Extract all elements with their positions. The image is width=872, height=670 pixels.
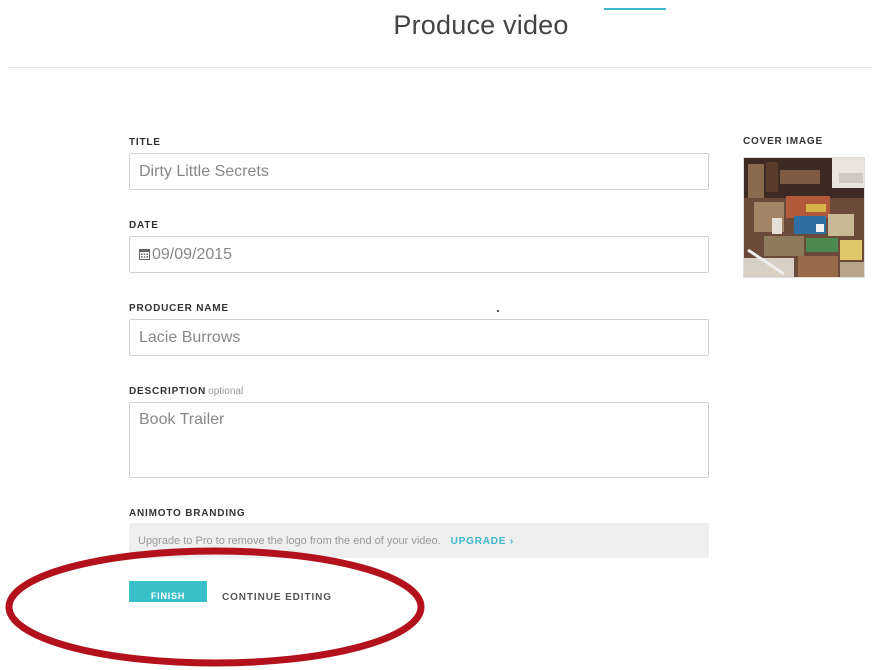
- upgrade-link[interactable]: UPGRADE ›: [451, 536, 514, 547]
- title-field[interactable]: Dirty Little Secrets: [129, 153, 709, 190]
- description-value: Book Trailer: [139, 411, 225, 428]
- cover-image-label: COVER IMAGE: [743, 136, 823, 147]
- date-value: 09/09/2015: [152, 246, 233, 263]
- producer-name-label: PRODUCER NAME: [129, 303, 229, 314]
- description-label: DESCRIPTION optional: [129, 386, 243, 397]
- description-label-text: DESCRIPTION: [129, 386, 207, 397]
- producer-name-field[interactable]: Lacie Burrows: [129, 319, 709, 356]
- optional-hint: optional: [208, 386, 244, 397]
- title-accent-bar: [604, 8, 666, 10]
- description-textarea[interactable]: Book Trailer: [129, 402, 709, 478]
- cover-photo: [744, 158, 864, 277]
- annotation-ellipse: [5, 547, 425, 667]
- producer-name-value: Lacie Burrows: [139, 329, 241, 346]
- stray-dot: [497, 310, 499, 312]
- date-label: DATE: [129, 220, 159, 231]
- header-divider: [8, 67, 872, 68]
- date-field[interactable]: 09/09/2015: [129, 236, 709, 273]
- calendar-icon: [139, 249, 150, 260]
- title-label: TITLE: [129, 137, 161, 148]
- title-value: Dirty Little Secrets: [139, 163, 269, 180]
- cover-image[interactable]: [743, 157, 865, 278]
- page-title: Produce video: [393, 10, 569, 40]
- branding-label: ANIMOTO BRANDING: [129, 508, 246, 519]
